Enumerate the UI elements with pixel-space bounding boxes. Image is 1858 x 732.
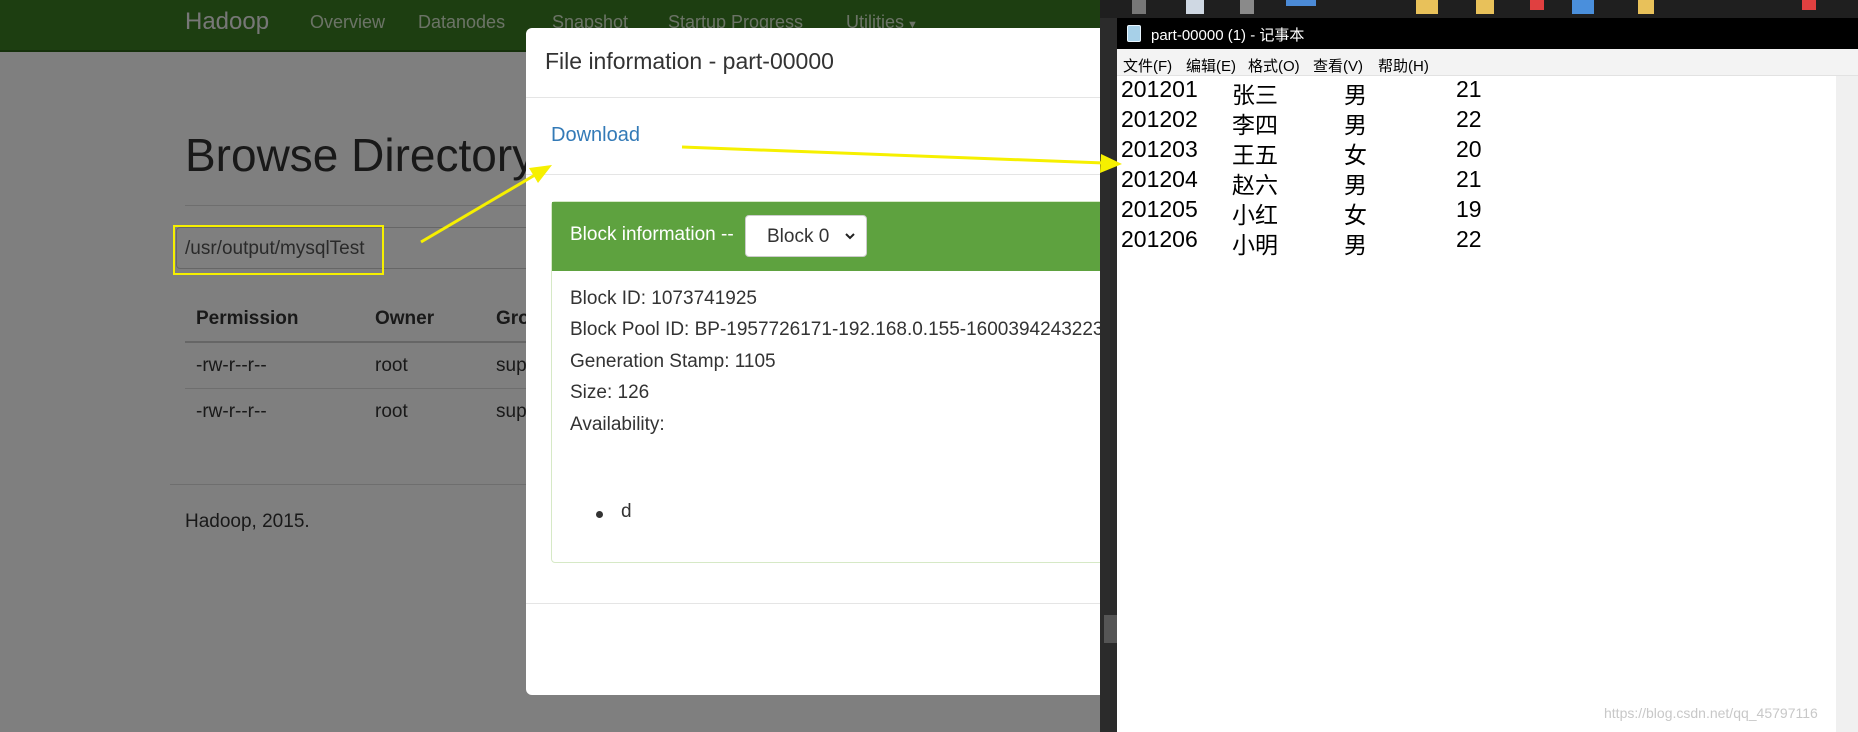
text-name: 小明 xyxy=(1232,232,1278,258)
text-id: 201202 xyxy=(1121,106,1198,132)
modal-title: File information - part-00000 xyxy=(545,48,834,74)
text-gender: 女 xyxy=(1344,142,1367,168)
text-age: 22 xyxy=(1456,106,1482,132)
text-id: 201206 xyxy=(1121,226,1198,252)
chevron-down-icon xyxy=(845,233,855,240)
text-id: 201205 xyxy=(1121,196,1198,222)
text-age: 21 xyxy=(1456,76,1482,102)
block-information-label: Block information -- xyxy=(570,224,734,245)
bullet-icon xyxy=(596,511,603,518)
clipboard-icon xyxy=(1240,0,1254,14)
availability-item: d xyxy=(621,501,632,522)
text-gender: 男 xyxy=(1344,82,1367,108)
file-information-modal: File information - part-00000 Download B… xyxy=(526,28,1100,695)
vertical-scrollbar[interactable] xyxy=(1836,76,1858,732)
panel-heading: Block information -- Block 0 xyxy=(552,202,1100,271)
notepad-titlebar[interactable]: part-00000 (1) - 记事本 xyxy=(1117,18,1858,49)
hadoop-web-ui: Hadoop Overview Datanodes Snapshot Start… xyxy=(0,0,1100,732)
block-information-panel: Block information -- Block 0 Block ID: 1… xyxy=(551,201,1100,563)
text-name: 王五 xyxy=(1232,142,1278,168)
text-age: 20 xyxy=(1456,136,1482,162)
checkmark-icon xyxy=(1802,0,1816,10)
path-annotation-box xyxy=(173,225,384,275)
toolbar-icon xyxy=(1286,0,1316,6)
text-age: 19 xyxy=(1456,196,1482,222)
text-name: 张三 xyxy=(1232,82,1278,108)
block-select-value: Block 0 xyxy=(767,226,830,247)
block-id: Block ID: 1073741925 xyxy=(570,288,757,309)
generation-stamp: Generation Stamp: 1105 xyxy=(570,351,776,372)
notepad-menubar: 文件(F) 编辑(E) 格式(O) 查看(V) 帮助(H) xyxy=(1117,49,1858,76)
menu-help[interactable]: 帮助(H) xyxy=(1378,55,1429,76)
block-select[interactable]: Block 0 xyxy=(745,215,867,257)
menu-format[interactable]: 格式(O) xyxy=(1248,55,1300,76)
new-folder-icon xyxy=(1638,0,1654,14)
text-age: 21 xyxy=(1456,166,1482,192)
notepad-text-area[interactable]: 201201 张三 男 21 201202 李四 男 22 201203 王五 … xyxy=(1117,76,1858,732)
document-icon xyxy=(1186,0,1204,14)
text-name: 李四 xyxy=(1232,112,1278,138)
block-pool-id: Block Pool ID: BP-1957726171-192.168.0.1… xyxy=(570,319,1100,340)
menu-file[interactable]: 文件(F) xyxy=(1123,55,1172,76)
taskbar-strip xyxy=(1100,0,1858,18)
text-age: 22 xyxy=(1456,226,1482,252)
text-gender: 男 xyxy=(1344,172,1367,198)
modal-header-divider xyxy=(526,97,1100,98)
pin-icon xyxy=(1132,0,1146,14)
folder-copy-icon xyxy=(1476,0,1494,14)
text-name: 小红 xyxy=(1232,202,1278,228)
text-gender: 男 xyxy=(1344,112,1367,138)
notepad-icon xyxy=(1127,25,1141,42)
text-id: 201201 xyxy=(1121,76,1198,102)
folder-icon xyxy=(1416,0,1438,14)
text-gender: 男 xyxy=(1344,232,1367,258)
text-gender: 女 xyxy=(1344,202,1367,228)
text-id: 201204 xyxy=(1121,166,1198,192)
modal-footer-divider xyxy=(526,603,1100,604)
availability-label: Availability: xyxy=(570,414,665,435)
menu-view[interactable]: 查看(V) xyxy=(1313,55,1363,76)
watermark: https://blog.csdn.net/qq_45797116 xyxy=(1604,705,1818,721)
rename-icon xyxy=(1572,0,1594,14)
window-edge-handle xyxy=(1104,615,1117,643)
notepad-title: part-00000 (1) - 记事本 xyxy=(1151,27,1305,44)
download-link[interactable]: Download xyxy=(551,124,640,147)
block-size: Size: 126 xyxy=(570,382,650,403)
modal-section-divider xyxy=(526,174,1100,175)
text-id: 201203 xyxy=(1121,136,1198,162)
menu-edit[interactable]: 编辑(E) xyxy=(1186,55,1236,76)
text-name: 赵六 xyxy=(1232,172,1278,198)
delete-icon xyxy=(1530,0,1544,10)
